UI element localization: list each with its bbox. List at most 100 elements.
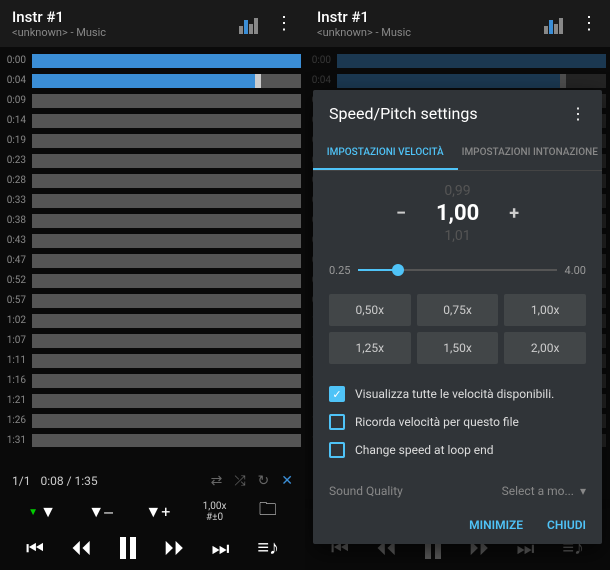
menu-icon[interactable]: ⋮ — [580, 13, 598, 34]
next-track-button[interactable]: ⏭ — [211, 536, 229, 560]
waveform-row[interactable]: 0:00 — [305, 51, 610, 70]
waveform-row[interactable]: 0:33 — [0, 191, 305, 210]
playlist-icon[interactable]: ≡♪ — [257, 535, 279, 560]
quality-select[interactable]: Select a mo...▾ — [502, 484, 586, 498]
tab-pitch[interactable]: IMPOSTAZIONI INTONAZIONE — [458, 137, 603, 170]
minimize-button[interactable]: MINIMIZE — [469, 518, 523, 532]
waveform-timestamp: 0:19 — [0, 135, 32, 146]
track-subtitle: <unknown> - Music — [12, 26, 239, 39]
waveform-timestamp: 0:33 — [0, 195, 32, 206]
preset-button[interactable]: 1,25x — [329, 332, 411, 364]
vol-down-button[interactable]: ▼▼ — [28, 502, 56, 522]
waveform-row[interactable]: 0:52 — [0, 271, 305, 290]
waveform-row[interactable]: 0:28 — [0, 171, 305, 190]
dialog-menu-icon[interactable]: ⋮ — [570, 104, 586, 123]
play-pause-button[interactable] — [120, 537, 136, 559]
waveform-row[interactable]: 0:04 — [0, 71, 305, 90]
right-pane: Instr #1 <unknown> - Music ⋮ 0:000:040:0… — [305, 0, 610, 570]
waveform-row[interactable]: 0:00 — [0, 51, 305, 70]
checkbox-list: ✓ Visualizza tutte le velocità disponibil… — [313, 376, 602, 476]
waveform-timestamp: 1:11 — [0, 355, 32, 366]
waveform-timestamp: 0:14 — [0, 115, 32, 126]
checkbox-label: Ricorda velocità per questo file — [355, 415, 519, 429]
speed-down-button[interactable]: ▼‒ — [88, 502, 113, 522]
checkbox-row[interactable]: ✓ Visualizza tutte le velocità disponibil… — [329, 380, 586, 408]
preset-button[interactable]: 2,00x — [504, 332, 586, 364]
waveform-row[interactable]: 1:31 — [0, 431, 305, 447]
cross-icon[interactable]: ✕ — [281, 473, 293, 489]
time-position: 0:08 / 1:35 — [40, 474, 97, 488]
waveform-timestamp: 0:28 — [0, 175, 32, 186]
waveform-row[interactable]: 1:02 — [0, 311, 305, 330]
dialog-title: Speed/Pitch settings — [329, 104, 478, 123]
waveform-row[interactable]: 1:21 — [0, 391, 305, 410]
player-controls: 1/1 0:08 / 1:35 ⇄ ⤮ ↻ ✕ ▼▼ ▼‒ ▼+ 1,00x #… — [0, 467, 305, 570]
forward-button[interactable]: ⏵⏵ — [164, 536, 184, 560]
waveform-timestamp: 0:43 — [0, 235, 32, 246]
waveform-timestamp: 0:04 — [305, 75, 337, 86]
waveform-row[interactable]: 0:04 — [305, 71, 610, 90]
shuffle-icon[interactable]: ⤮ — [234, 473, 245, 489]
repeat-icon[interactable]: ⇄ — [211, 473, 223, 489]
waveform-timestamp: 1:26 — [0, 415, 32, 426]
track-title: Instr #1 — [317, 8, 544, 26]
folder-icon[interactable]: 🗀 — [259, 497, 277, 527]
preset-button[interactable]: 0,75x — [417, 294, 499, 326]
waveform-timestamp: 0:04 — [0, 75, 32, 86]
waveform-timestamp: 0:00 — [0, 55, 32, 66]
chevron-down-icon: ▾ — [580, 484, 586, 498]
slider-max: 4.00 — [565, 264, 586, 277]
preset-button[interactable]: 1,00x — [504, 294, 586, 326]
left-pane: Instr #1 <unknown> - Music ⋮ 0:000:040:0… — [0, 0, 305, 570]
checkbox[interactable]: ✓ — [329, 386, 345, 402]
waveform-row[interactable]: 0:38 — [0, 211, 305, 230]
waveform-row[interactable]: 1:26 — [0, 411, 305, 430]
speed-plus-button[interactable]: + — [509, 203, 519, 224]
menu-icon[interactable]: ⋮ — [275, 13, 293, 34]
preset-button[interactable]: 0,50x — [329, 294, 411, 326]
preset-button[interactable]: 1,50x — [417, 332, 499, 364]
waveform-timestamp: 1:07 — [0, 335, 32, 346]
waveform-timestamp: 0:52 — [0, 275, 32, 286]
loop-icon[interactable]: ↻ — [258, 473, 270, 489]
preset-grid: 0,50x0,75x1,00x 1,25x1,50x2,00x — [313, 288, 602, 376]
waveform-timestamp: 1:21 — [0, 395, 32, 406]
waveform-row[interactable]: 0:14 — [0, 111, 305, 130]
checkbox-label: Visualizza tutte le velocità disponibili… — [355, 387, 554, 401]
speed-minus-button[interactable]: − — [396, 203, 406, 224]
equalizer-icon[interactable] — [544, 14, 564, 34]
track-counter: 1/1 — [12, 474, 30, 488]
waveform-row[interactable]: 1:16 — [0, 371, 305, 390]
tab-speed[interactable]: IMPOSTAZIONI VELOCITÀ — [313, 137, 458, 170]
waveform-timestamp: 0:09 — [0, 95, 32, 106]
checkbox-label: Change speed at loop end — [355, 443, 494, 457]
waveform-row[interactable]: 0:23 — [0, 151, 305, 170]
waveform-row[interactable]: 1:11 — [0, 351, 305, 370]
checkbox-row[interactable]: Change speed at loop end — [329, 436, 586, 464]
speed-up-button[interactable]: ▼+ — [145, 502, 170, 522]
checkbox[interactable] — [329, 442, 345, 458]
speed-slider[interactable] — [358, 260, 556, 280]
close-button[interactable]: CHIUDI — [547, 518, 586, 532]
speed-value[interactable]: 1,00 — [436, 201, 479, 226]
checkbox-row[interactable]: Ricorda velocità per questo file — [329, 408, 586, 436]
speed-prev: 0,99 — [313, 183, 602, 199]
equalizer-icon[interactable] — [239, 14, 259, 34]
speed-next: 1,01 — [313, 228, 602, 244]
waveform-timestamp: 0:00 — [305, 55, 337, 66]
speed-display[interactable]: 1,00x #±0 — [203, 501, 227, 523]
waveform-row[interactable]: 0:09 — [0, 91, 305, 110]
waveform-area[interactable]: 0:00 0:04 0:09 0:14 0:19 0:23 0:28 0:33 0:38 0:43… — [0, 47, 305, 447]
waveform-row[interactable]: 1:07 — [0, 331, 305, 350]
track-subtitle: <unknown> - Music — [317, 26, 544, 39]
app-header: Instr #1 <unknown> - Music ⋮ — [305, 0, 610, 47]
prev-track-button[interactable]: ⏮ — [26, 536, 44, 560]
waveform-timestamp: 1:02 — [0, 315, 32, 326]
waveform-row[interactable]: 0:47 — [0, 251, 305, 270]
waveform-row[interactable]: 0:43 — [0, 231, 305, 250]
waveform-timestamp: 1:16 — [0, 375, 32, 386]
rewind-button[interactable]: ⏴⏴ — [72, 536, 92, 560]
waveform-row[interactable]: 0:57 — [0, 291, 305, 310]
waveform-row[interactable]: 0:19 — [0, 131, 305, 150]
checkbox[interactable] — [329, 414, 345, 430]
